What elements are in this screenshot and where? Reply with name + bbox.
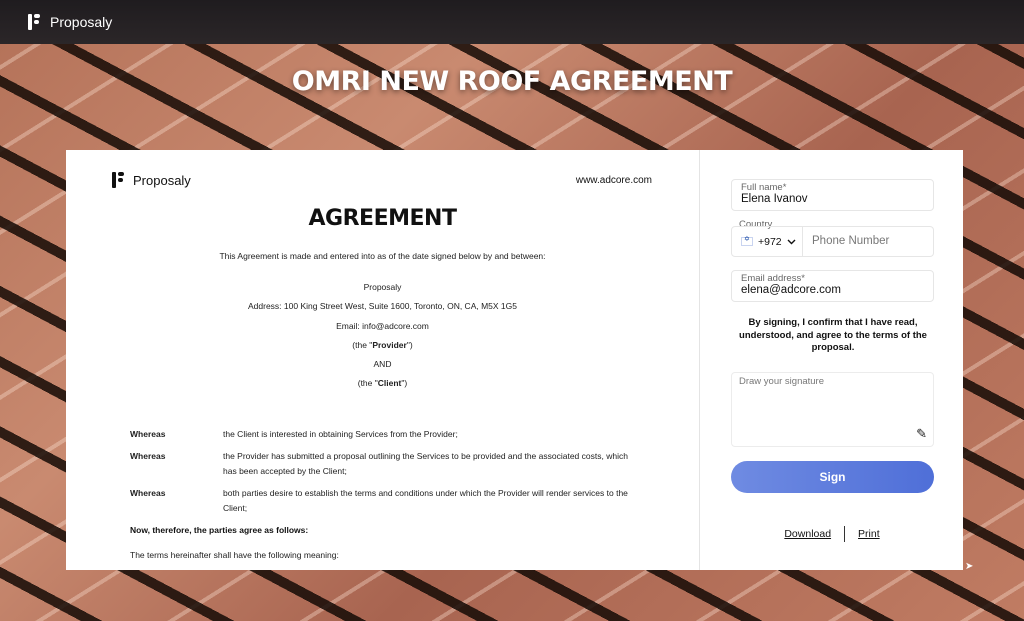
- proposaly-logo-icon: [28, 14, 42, 30]
- phone-number-input[interactable]: Phone Number: [803, 226, 934, 257]
- consent-text: By signing, I confirm that I have read, …: [739, 317, 927, 353]
- top-bar: Proposaly: [0, 0, 1024, 44]
- mouse-cursor-icon: ➤: [965, 561, 974, 572]
- document-brand: Proposaly: [133, 172, 191, 188]
- full-name-field[interactable]: Full name* Elena Ivanov: [731, 179, 934, 211]
- document-url: www.adcore.com: [575, 175, 652, 186]
- clause-row: Whereas the Client is interested in obta…: [130, 429, 458, 439]
- download-link[interactable]: Download: [784, 528, 831, 540]
- app-brand: Proposaly: [50, 14, 113, 30]
- provider-address: Address: 100 King Street West, Suite 160…: [248, 301, 517, 312]
- signing-panel: Full name* Elena Ivanov Country +972 Pho…: [699, 150, 963, 570]
- signature-pad[interactable]: Draw your signature ✎: [731, 372, 934, 447]
- clause-row: Whereas both parties desire to establish…: [130, 488, 628, 513]
- country-code-select[interactable]: +972: [731, 226, 803, 257]
- document-title: AGREEMENT: [308, 206, 457, 231]
- pen-icon[interactable]: ✎: [916, 426, 927, 442]
- document-header: Proposaly: [112, 172, 191, 188]
- now-therefore: Now, therefore, the parties agree as fol…: [130, 525, 309, 535]
- client-designation: (the "Client"): [357, 378, 408, 389]
- agreement-document: Proposaly www.adcore.com AGREEMENT This …: [66, 150, 699, 570]
- divider: [844, 526, 846, 542]
- whereas-clauses: Whereas the Client is interested in obta…: [130, 427, 630, 523]
- document-intro: This Agreement is made and entered into …: [219, 251, 546, 261]
- provider-designation: (the "Provider"): [352, 339, 413, 350]
- print-link[interactable]: Print: [858, 528, 880, 540]
- israel-flag-icon: [741, 235, 753, 246]
- proposaly-logo-icon: [112, 172, 126, 188]
- clause-row: Whereas the Provider has submitted a pro…: [130, 451, 628, 476]
- terms-line: The terms hereinafter shall have the fol…: [130, 550, 339, 560]
- provider-email: Email: info@adcore.com: [336, 320, 429, 331]
- chevron-down-icon: [787, 239, 796, 244]
- page-headline: OMRI NEW ROOF AGREEMENT: [291, 66, 733, 97]
- parties-block: Proposaly Address: 100 King Street West,…: [66, 282, 699, 398]
- and-separator: AND: [373, 359, 392, 370]
- email-field[interactable]: Email address* elena@adcore.com: [731, 270, 934, 302]
- provider-name: Proposaly: [363, 282, 402, 292]
- document-actions: Download Print: [700, 526, 964, 542]
- sign-button[interactable]: Sign: [731, 461, 934, 493]
